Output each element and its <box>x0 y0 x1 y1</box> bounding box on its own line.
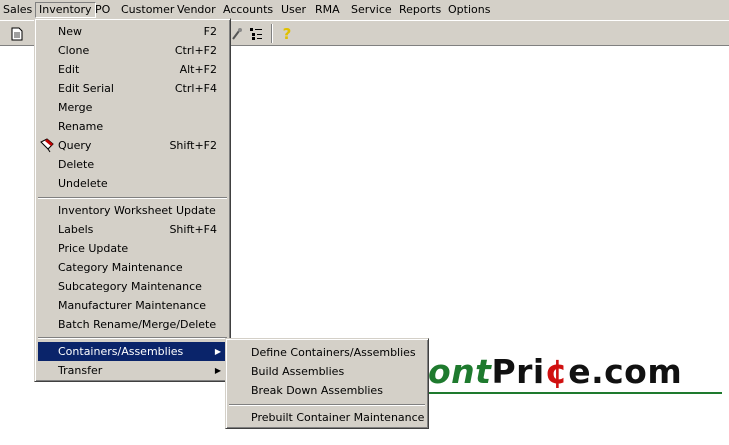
submenu-item-define-containers[interactable]: Define Containers/Assemblies <box>229 343 425 362</box>
menu-separator <box>38 337 227 339</box>
logo-underline <box>428 392 722 394</box>
menu-item-subcategory-maintenance[interactable]: Subcategory Maintenance <box>38 277 227 296</box>
menu-sales[interactable]: Sales <box>0 2 35 18</box>
logo-text-1: ont <box>428 352 492 391</box>
menu-rma[interactable]: RMA <box>312 2 343 18</box>
menu-user[interactable]: User <box>278 2 309 18</box>
logo-text-2: Pri <box>491 352 545 391</box>
menu-vendor[interactable]: Vendor <box>174 2 219 18</box>
logo-text-4: e.com <box>568 352 683 391</box>
new-document-icon[interactable] <box>8 25 26 43</box>
menu-customer[interactable]: Customer <box>118 2 177 18</box>
submenu-item-build-assemblies[interactable]: Build Assemblies <box>229 362 425 381</box>
inventory-menu: New F2 Clone Ctrl+F2 Edit Alt+F2 Edit Seria… <box>34 18 231 382</box>
menu-item-new[interactable]: New F2 <box>38 22 227 41</box>
menu-item-edit-serial[interactable]: Edit Serial Ctrl+F4 <box>38 79 227 98</box>
menu-item-edit[interactable]: Edit Alt+F2 <box>38 60 227 79</box>
help-icon[interactable]: ? <box>278 25 296 43</box>
menu-inventory[interactable]: Inventory <box>35 2 96 18</box>
submenu-arrow-icon: ▶ <box>214 366 221 375</box>
list-view-icon[interactable] <box>247 25 265 43</box>
menu-bar: Sales Inventory PO Customer Vendor Accou… <box>0 0 729 20</box>
menu-separator <box>229 404 425 406</box>
submenu-item-break-down-assemblies[interactable]: Break Down Assemblies <box>229 381 425 400</box>
menu-item-labels[interactable]: Labels Shift+F4 <box>38 220 227 239</box>
submenu-item-prebuilt-container-maintenance[interactable]: Prebuilt Container Maintenance <box>229 408 425 427</box>
menu-po[interactable]: PO <box>92 2 113 18</box>
menu-reports[interactable]: Reports <box>396 2 444 18</box>
menu-options[interactable]: Options <box>445 2 493 18</box>
logo-text-3: ¢ <box>544 352 569 391</box>
menu-item-delete[interactable]: Delete <box>38 155 227 174</box>
menu-item-manufacturer-maintenance[interactable]: Manufacturer Maintenance <box>38 296 227 315</box>
containers-submenu: Define Containers/Assemblies Build Assem… <box>225 338 429 429</box>
menu-item-transfer[interactable]: Transfer ▶ <box>38 361 227 380</box>
menu-item-containers-assemblies[interactable]: Containers/Assemblies ▶ <box>38 342 227 361</box>
frontprice-logo: ontPri¢e.com <box>428 352 682 396</box>
menu-accounts[interactable]: Accounts <box>220 2 276 18</box>
menu-separator <box>38 197 227 199</box>
submenu-arrow-icon: ▶ <box>214 347 221 356</box>
menu-item-undelete[interactable]: Undelete <box>38 174 227 193</box>
toolbar-separator <box>271 24 273 43</box>
menu-service[interactable]: Service <box>348 2 395 18</box>
menu-item-inventory-worksheet-update[interactable]: Inventory Worksheet Update <box>38 201 227 220</box>
menu-item-batch-rename[interactable]: Batch Rename/Merge/Delete <box>38 315 227 334</box>
menu-item-merge[interactable]: Merge <box>38 98 227 117</box>
menu-item-rename[interactable]: Rename <box>38 117 227 136</box>
menu-item-clone[interactable]: Clone Ctrl+F2 <box>38 41 227 60</box>
query-icon <box>39 138 55 153</box>
menu-item-query[interactable]: Query Shift+F2 <box>38 136 227 155</box>
menu-item-price-update[interactable]: Price Update <box>38 239 227 258</box>
menu-item-category-maintenance[interactable]: Category Maintenance <box>38 258 227 277</box>
